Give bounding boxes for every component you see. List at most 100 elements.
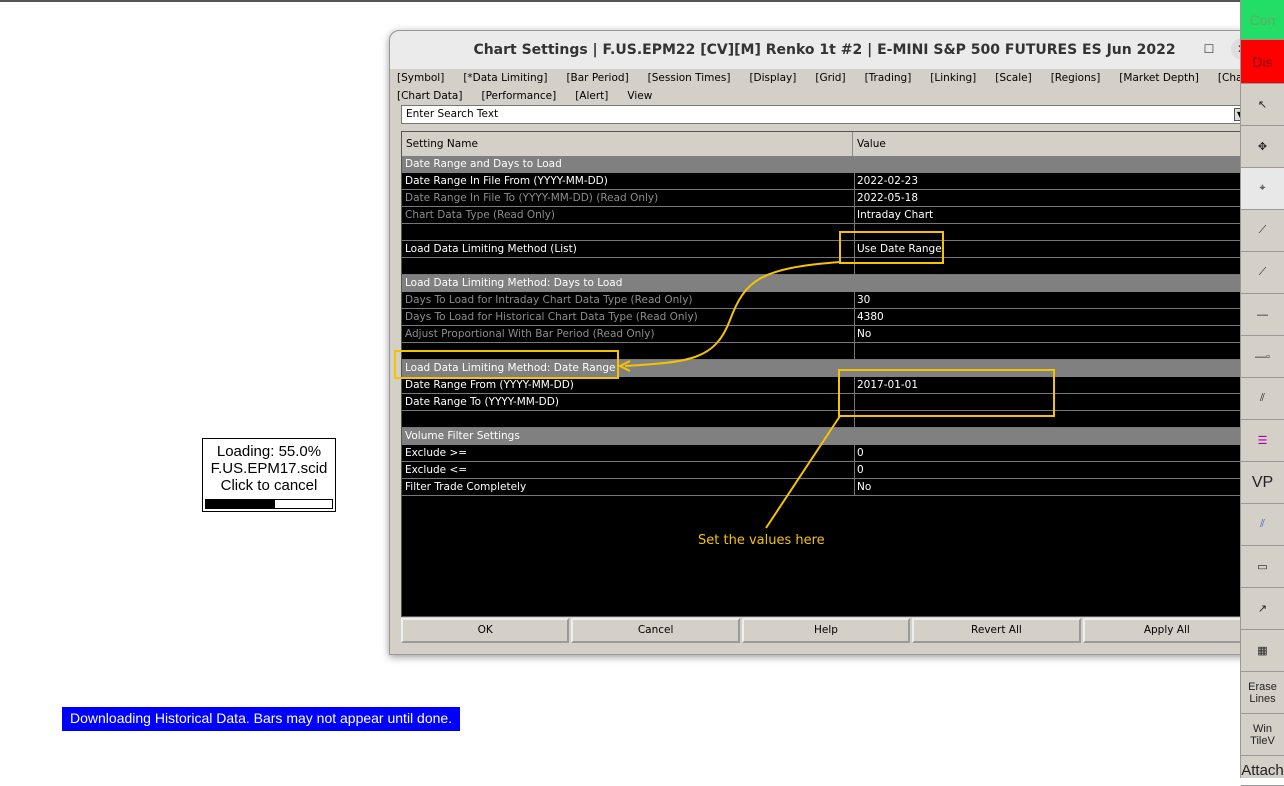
chart-top-border bbox=[0, 0, 1240, 2]
win-tilev-button[interactable]: Win TileV bbox=[1241, 714, 1284, 756]
help-button[interactable]: Help bbox=[741, 618, 911, 643]
table-row[interactable]: Days To Load for Intraday Chart Data Typ… bbox=[402, 292, 1242, 309]
channel-tool[interactable]: ⫽ bbox=[1241, 504, 1284, 546]
tab-view[interactable]: View bbox=[627, 90, 652, 102]
tab-sessiontimes[interactable]: [Session Times] bbox=[648, 72, 731, 84]
table-row[interactable]: Date Range To (YYYY-MM-DD) bbox=[402, 394, 1242, 411]
ok-button[interactable]: OK bbox=[401, 618, 570, 643]
disconnect-button[interactable]: Dis bbox=[1241, 40, 1284, 84]
fibonacci-icon: ☰ bbox=[1257, 435, 1268, 447]
setting-name: Date Range and Days to Load bbox=[405, 158, 562, 170]
loading-box[interactable]: Loading: 55.0% F.US.EPM17.scid Click to … bbox=[202, 438, 336, 512]
volume-profile-tool[interactable]: VP bbox=[1241, 462, 1284, 504]
setting-value[interactable]: 0 bbox=[854, 462, 1244, 479]
parallel-lines-icon: ⫽ bbox=[1260, 392, 1265, 404]
blank-row bbox=[402, 411, 1242, 428]
setting-value: No bbox=[854, 326, 1244, 343]
column-setting-name[interactable]: Setting Name bbox=[402, 132, 853, 156]
setting-value[interactable] bbox=[854, 394, 1244, 411]
tab-regions[interactable]: [Regions] bbox=[1051, 72, 1101, 84]
revert-all-button[interactable]: Revert All bbox=[912, 618, 1081, 643]
setting-value[interactable]: 2017-01-01 bbox=[854, 377, 1244, 394]
table-row[interactable]: Adjust Proportional With Bar Period (Rea… bbox=[402, 326, 1242, 343]
ray-tool[interactable]: ⟋ bbox=[1241, 252, 1284, 294]
setting-value bbox=[854, 343, 1244, 360]
setting-value[interactable]: Use Date Range bbox=[854, 241, 1244, 258]
table-header: Setting Name Value bbox=[402, 132, 1250, 156]
setting-value[interactable]: No bbox=[854, 479, 1244, 496]
table-row[interactable]: Chart Data Type (Read Only) Intraday Char… bbox=[402, 207, 1242, 224]
fibonacci-tool[interactable]: ☰ bbox=[1241, 420, 1284, 462]
hand-tool[interactable]: ✥ bbox=[1241, 126, 1284, 168]
erase-lines-button[interactable]: Erase Lines bbox=[1241, 672, 1284, 714]
group-header[interactable]: Load Data Limiting Method: Days to Load bbox=[402, 275, 1242, 292]
setting-value: 2022-05-18 bbox=[854, 190, 1244, 207]
tab-trading[interactable]: [Trading] bbox=[865, 72, 912, 84]
group-header[interactable]: Load Data Limiting Method: Date Range bbox=[402, 360, 1242, 377]
maximize-button[interactable]: ☐ bbox=[1198, 38, 1220, 60]
column-value[interactable]: Value bbox=[853, 132, 1243, 156]
setting-name: Volume Filter Settings bbox=[405, 430, 520, 442]
blank-row bbox=[402, 343, 1242, 360]
cursor-arrow-icon: ↖ bbox=[1257, 99, 1268, 111]
group-header[interactable]: Date Range and Days to Load bbox=[402, 156, 1242, 173]
tab-barperiod[interactable]: [Bar Period] bbox=[566, 72, 628, 84]
tab-datalimiting[interactable]: [*Data Limiting] bbox=[463, 72, 547, 84]
horizontal-ray-icon: —▫ bbox=[1255, 350, 1270, 363]
tab-linking[interactable]: [Linking] bbox=[930, 72, 976, 84]
setting-name: Load Data Limiting Method: Date Range bbox=[405, 362, 616, 374]
download-status: Downloading Historical Data. Bars may no… bbox=[62, 707, 461, 731]
setting-name: Date Range In File From (YYYY-MM-DD) bbox=[405, 175, 608, 187]
setting-name: Date Range To (YYYY-MM-DD) bbox=[405, 396, 559, 408]
setting-value[interactable]: 0 bbox=[854, 445, 1244, 462]
search-placeholder: Enter Search Text bbox=[406, 108, 499, 120]
setting-name: Days To Load for Historical Chart Data T… bbox=[405, 311, 698, 323]
horizontal-line-tool[interactable]: — bbox=[1241, 294, 1284, 336]
horizontal-ray-tool[interactable]: —▫ bbox=[1241, 336, 1284, 378]
search-input[interactable]: Enter Search Text▼ bbox=[401, 105, 1249, 124]
arrow-tool[interactable]: ↗ bbox=[1241, 588, 1284, 630]
setting-name: Chart Data Type (Read Only) bbox=[405, 209, 556, 221]
tab-display[interactable]: [Display] bbox=[749, 72, 796, 84]
calculator-tool[interactable]: ▦ bbox=[1241, 630, 1284, 672]
line-tool[interactable]: ⟋ bbox=[1241, 210, 1284, 252]
attach-button[interactable]: Attach bbox=[1241, 756, 1284, 786]
setting-name: Filter Trade Completely bbox=[405, 481, 527, 493]
table-row[interactable]: Filter Trade Completely No bbox=[402, 479, 1242, 496]
table-row[interactable]: Date Range In File From (YYYY-MM-DD) 2022… bbox=[402, 173, 1242, 190]
connect-button[interactable]: Con bbox=[1241, 0, 1284, 40]
loading-cancel[interactable]: Click to cancel bbox=[203, 477, 335, 494]
crosshair-tool[interactable]: ⌖ bbox=[1241, 168, 1284, 210]
loading-progress-fill bbox=[206, 500, 276, 508]
setting-value bbox=[854, 411, 1244, 428]
apply-all-button[interactable]: Apply All bbox=[1082, 618, 1252, 643]
parallel-lines-tool[interactable]: ⫽ bbox=[1241, 378, 1284, 420]
loading-file: F.US.EPM17.scid bbox=[210, 460, 328, 477]
table-row[interactable]: Days To Load for Historical Chart Data T… bbox=[402, 309, 1242, 326]
table-row[interactable]: Date Range In File To (YYYY-MM-DD) (Read… bbox=[402, 190, 1242, 207]
tab-grid[interactable]: [Grid] bbox=[815, 72, 845, 84]
setting-name: Exclude >= bbox=[405, 447, 468, 459]
cancel-button[interactable]: Cancel bbox=[571, 618, 740, 643]
table-row[interactable]: Date Range From (YYYY-MM-DD) 2017-01-01 bbox=[402, 377, 1242, 394]
tab-performance[interactable]: [Performance] bbox=[481, 90, 556, 102]
ray-icon: ⟋ bbox=[1258, 266, 1267, 278]
blank-row bbox=[402, 258, 1242, 275]
calculator-icon: ▦ bbox=[1257, 645, 1268, 657]
tab-chartdata[interactable]: [Chart Data] bbox=[397, 90, 462, 102]
setting-value[interactable]: 2022-02-23 bbox=[854, 173, 1244, 190]
setting-value: 30 bbox=[854, 292, 1244, 309]
tab-marketdepth[interactable]: [Market Depth] bbox=[1119, 72, 1199, 84]
pointer-tool[interactable]: ↖ bbox=[1241, 84, 1284, 126]
group-header[interactable]: Volume Filter Settings bbox=[402, 428, 1242, 445]
tab-scale[interactable]: [Scale] bbox=[995, 72, 1031, 84]
rectangle-tool[interactable]: ▭ bbox=[1241, 546, 1284, 588]
table-row[interactable]: Exclude <= 0 bbox=[402, 462, 1242, 479]
line-icon: ⟋ bbox=[1258, 224, 1267, 236]
table-row[interactable]: Exclude >= 0 bbox=[402, 445, 1242, 462]
drawing-toolbar: Con Dis ↖ ✥ ⌖ ⟋ ⟋ — —▫ ⫽ ☰ VP ⫽ ▭ ↗ ▦ Er… bbox=[1240, 0, 1284, 786]
maximize-icon: ☐ bbox=[1203, 42, 1215, 56]
tab-alert[interactable]: [Alert] bbox=[575, 90, 608, 102]
tab-symbol[interactable]: [Symbol] bbox=[397, 72, 444, 84]
table-row[interactable]: Load Data Limiting Method (List) Use Date… bbox=[402, 241, 1242, 258]
